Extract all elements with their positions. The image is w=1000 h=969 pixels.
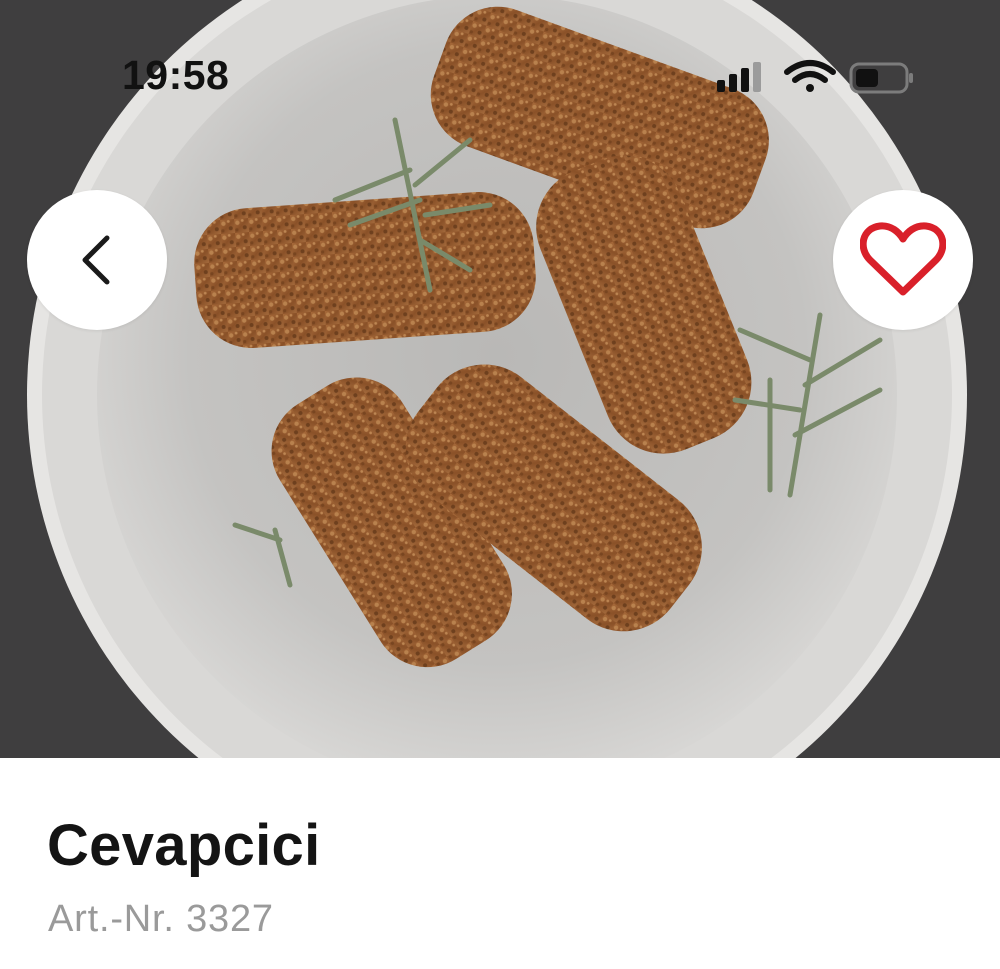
battery-icon: [849, 62, 913, 94]
article-number: Art.-Nr. 3327: [48, 898, 274, 940]
favorite-button[interactable]: [833, 190, 973, 330]
status-icons: [717, 60, 913, 94]
status-bar: 19:58: [0, 0, 1000, 150]
heart-outline-icon: [860, 222, 946, 296]
status-time: 19:58: [122, 52, 230, 98]
product-hero-image: 19:58: [0, 0, 1000, 758]
cellular-signal-icon: [717, 62, 761, 92]
product-title: Cevapcici: [47, 813, 321, 878]
wifi-icon: [784, 60, 836, 92]
back-button[interactable]: [27, 190, 167, 330]
chevron-left-icon: [82, 235, 110, 285]
